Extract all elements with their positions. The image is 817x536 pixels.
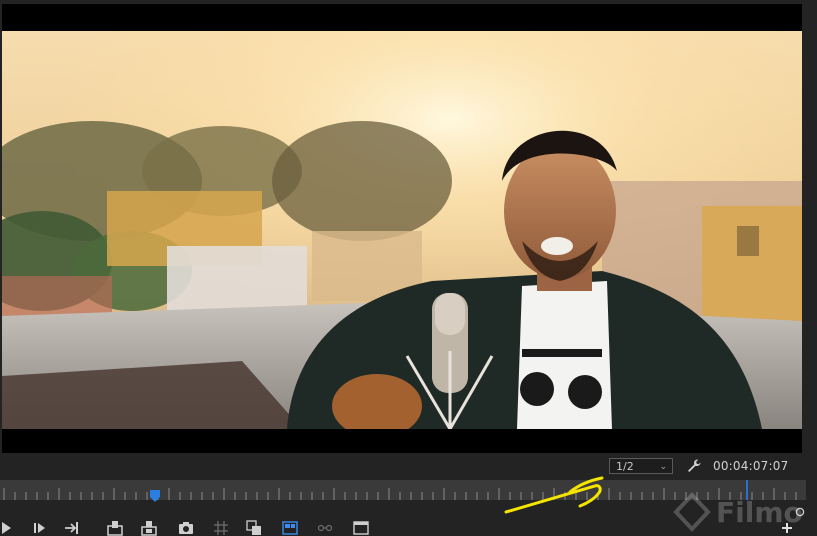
- step-forward-icon[interactable]: [32, 520, 48, 536]
- fit-zoom-select[interactable]: 1/2 ⌄: [609, 458, 673, 474]
- add-button-icon[interactable]: [779, 520, 795, 536]
- out-point-marker[interactable]: [746, 480, 748, 500]
- program-monitor-viewer[interactable]: [2, 4, 802, 453]
- toggle-proxies-icon[interactable]: [353, 520, 369, 536]
- multicam-icon[interactable]: [282, 520, 298, 536]
- chevron-down-icon: ⌄: [659, 462, 667, 472]
- video-frame: [2, 31, 802, 429]
- lift-icon[interactable]: [107, 520, 123, 536]
- vr-video-icon[interactable]: [317, 520, 333, 536]
- export-frame-icon[interactable]: [178, 520, 194, 536]
- ruler-ticks: [3, 488, 797, 500]
- extract-icon[interactable]: [141, 520, 157, 536]
- playhead-timecode[interactable]: 00:04:07:07: [713, 459, 788, 473]
- comparison-view-icon[interactable]: [246, 520, 262, 536]
- fit-zoom-value: 1/2: [616, 460, 634, 473]
- time-ruler[interactable]: [0, 480, 806, 500]
- playhead-icon[interactable]: [150, 487, 160, 502]
- wrench-icon[interactable]: [686, 458, 702, 474]
- program-monitor-panel: 1/2 ⌄ 00:04:07:07 Filmo: [0, 0, 817, 536]
- zoom-scroll-handle-icon[interactable]: [795, 502, 805, 517]
- safe-margins-icon[interactable]: [213, 520, 229, 536]
- play-icon[interactable]: [0, 520, 16, 536]
- go-to-out-icon[interactable]: [64, 520, 80, 536]
